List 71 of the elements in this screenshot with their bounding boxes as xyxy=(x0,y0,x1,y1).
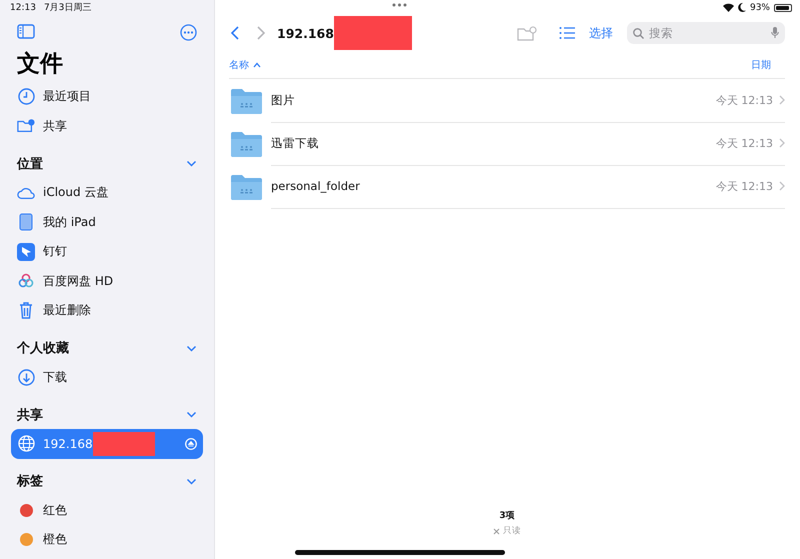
file-name[interactable]: 图片 xyxy=(271,92,716,108)
chevron-icon[interactable] xyxy=(186,158,197,169)
sidebar-item[interactable]: 红色 xyxy=(11,496,203,525)
sidebar-item-label: 最近删除 xyxy=(43,302,91,320)
trash-icon xyxy=(19,302,33,320)
globe-icon xyxy=(18,435,34,452)
section-header: 标签 xyxy=(17,473,43,490)
shared-folder-icon[interactable] xyxy=(230,88,263,114)
clock-icon xyxy=(18,88,34,106)
status-time: 12:13 xyxy=(10,2,36,12)
cloud-icon xyxy=(17,186,35,200)
sidebar-item[interactable]: 钉钉 xyxy=(11,237,203,266)
status-date: 7月3日周三 xyxy=(44,2,92,14)
forward-icon[interactable] xyxy=(255,26,267,40)
select-button[interactable]: 选择 xyxy=(589,24,613,42)
sidebar-item[interactable]: 最近项目 xyxy=(11,82,203,112)
column-header[interactable]: 日期 xyxy=(751,58,771,72)
no-edit-icon xyxy=(493,528,500,534)
battery-percent: 93% xyxy=(750,2,770,12)
sidebar-item[interactable]: 我的 iPad xyxy=(11,208,203,237)
file-date: 今天 12:13 xyxy=(716,136,773,150)
sidebar-item[interactable]: 百度网盘 HD xyxy=(11,266,203,296)
sidebar-item-label: 橙色 xyxy=(43,531,67,548)
sidebar-item-label: iCloud 云盘 xyxy=(43,184,108,202)
file-name[interactable]: personal_folder xyxy=(271,179,716,193)
shared-folder-icon[interactable] xyxy=(230,174,263,200)
sidebar-item-label: 下载 xyxy=(43,368,67,386)
search-icon xyxy=(633,28,644,38)
section-header: 个人收藏 xyxy=(17,340,69,357)
sidebar-item[interactable]: 橙色 xyxy=(11,525,203,554)
eject-icon[interactable] xyxy=(185,438,197,450)
search-placeholder: 搜索 xyxy=(649,26,674,40)
column-header[interactable]: 名称 xyxy=(229,58,249,72)
multitasking-dots-icon[interactable] xyxy=(392,3,407,7)
microphone-icon[interactable] xyxy=(771,27,779,39)
file-name[interactable]: 迅雷下载 xyxy=(271,136,716,150)
new-folder-icon[interactable] xyxy=(517,26,537,40)
sidebar-toggle-icon[interactable] xyxy=(17,24,35,39)
back-icon[interactable] xyxy=(229,26,241,40)
sidebar-item-label: 192.168 xyxy=(43,436,93,451)
sidebar-item-label: 我的 iPad xyxy=(43,214,96,231)
sidebar-item-label: 最近项目 xyxy=(43,88,91,106)
chevron-icon[interactable] xyxy=(186,409,197,420)
battery-icon xyxy=(774,4,792,12)
shared-folder-icon[interactable] xyxy=(230,130,263,156)
file-date: 今天 12:13 xyxy=(716,178,773,194)
sidebar-item[interactable]: 共享 xyxy=(11,112,203,141)
file-date: 今天 12:13 xyxy=(716,92,773,108)
path-title: 192.168 xyxy=(277,26,334,40)
sidebar-item-label: 红色 xyxy=(43,502,67,519)
sidebar-title: 文件 xyxy=(16,50,64,79)
section-header: 共享 xyxy=(17,406,43,424)
item-count: 3项 xyxy=(499,510,515,522)
sidebar-item[interactable]: 192.168 xyxy=(11,429,203,458)
sidebar-item[interactable]: 下载 xyxy=(11,362,203,392)
sidebar-item[interactable]: iCloud 云盘 xyxy=(11,178,203,208)
more-icon[interactable] xyxy=(180,24,197,41)
sidebar-item-label: 钉钉 xyxy=(43,243,67,260)
app-icon xyxy=(17,242,35,261)
read-only-label: 只读 xyxy=(503,525,521,537)
download-icon xyxy=(18,368,34,386)
section-header: 位置 xyxy=(17,156,43,172)
wifi-icon xyxy=(722,3,734,12)
moon-icon xyxy=(738,3,746,12)
list-view-icon[interactable] xyxy=(559,27,575,39)
sidebar-item-label: 共享 xyxy=(43,118,67,135)
sort-ascending-icon[interactable] xyxy=(253,62,261,68)
sidebar-item-label: 百度网盘 HD xyxy=(43,272,114,290)
shared-folder-icon xyxy=(17,118,35,134)
sidebar-item[interactable]: 最近删除 xyxy=(11,296,203,326)
tablet-icon xyxy=(19,213,33,232)
